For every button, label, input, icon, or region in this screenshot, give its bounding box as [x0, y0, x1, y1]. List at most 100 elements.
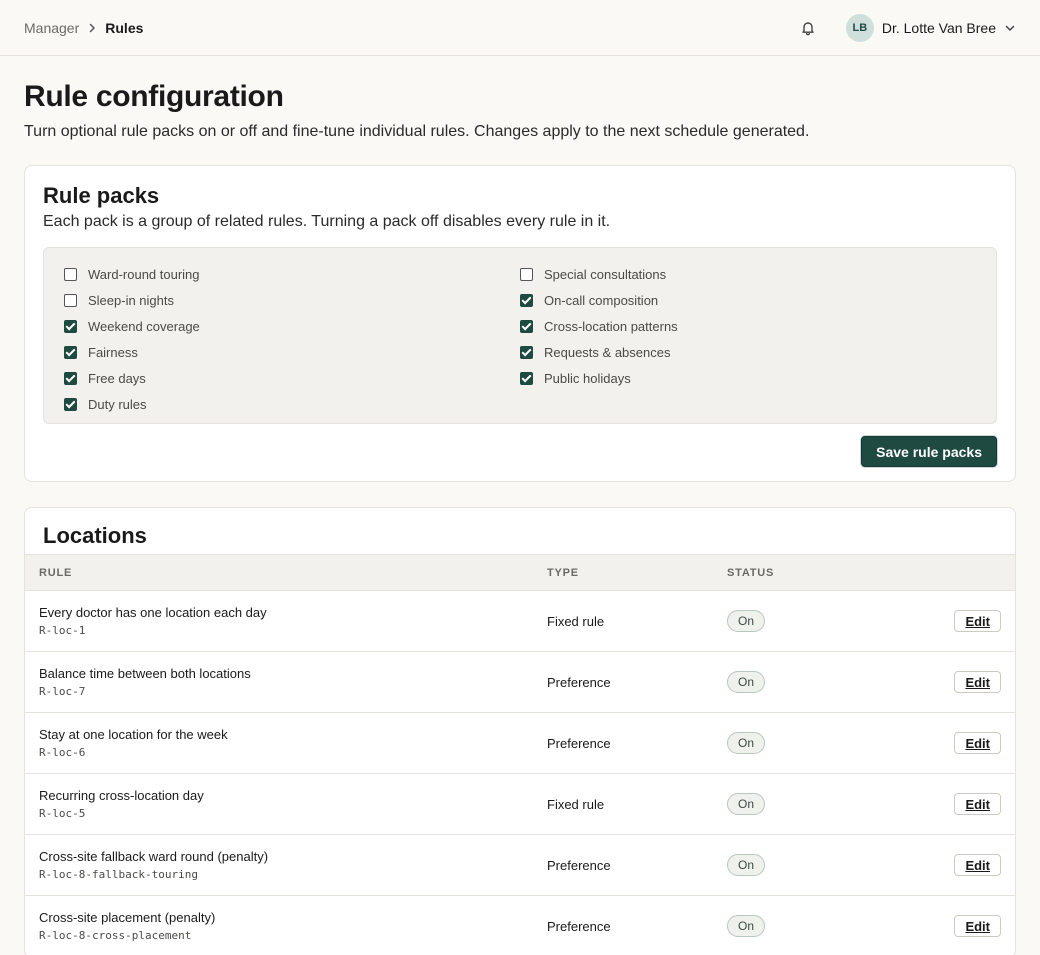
status-badge: On — [727, 671, 765, 693]
rule-pack-option[interactable]: Weekend coverage — [64, 313, 520, 339]
rule-pack-checkbox[interactable] — [64, 345, 77, 359]
rule-packs-title: Rule packs — [43, 183, 160, 208]
user-menu[interactable]: LB Dr. Lotte Van Bree — [845, 13, 1016, 42]
rule-pack-label: On-call composition — [544, 292, 659, 308]
rule-pack-option[interactable]: On-call composition — [520, 287, 976, 313]
status-cell: On — [727, 774, 927, 835]
top-bar: Manager Rules LB Dr. Lotte Van Bree — [0, 0, 1040, 56]
locations-title: Locations — [43, 523, 147, 548]
rule-pack-label: Duty rules — [88, 396, 147, 412]
rule-cell: Recurring cross-location day R-loc-5 — [25, 774, 547, 835]
rule-pack-checkbox[interactable] — [64, 267, 77, 281]
rule-pack-label: Cross-location patterns — [544, 318, 678, 334]
edit-rule-button[interactable]: Edit — [954, 854, 1001, 876]
rule-id: R-loc-8-fallback-touring — [39, 868, 198, 881]
breadcrumb-manager-link[interactable]: Manager — [24, 20, 79, 36]
table-row: Cross-site placement (penalty) R-loc-8-cr… — [25, 896, 1015, 955]
column-header-rule: RULE — [39, 566, 73, 579]
status-cell: On — [727, 896, 927, 955]
rule-name: Every doctor has one location each day — [39, 605, 267, 620]
locations-card: Locations RULE TYPE STATUS Every doctor … — [24, 507, 1016, 955]
rule-pack-checkbox[interactable] — [64, 293, 77, 307]
rule-pack-checkbox[interactable] — [64, 319, 77, 333]
page-subtitle: Turn optional rule packs on or off and f… — [24, 123, 810, 140]
rule-pack-option[interactable]: Cross-location patterns — [520, 313, 976, 339]
locations-table: RULE TYPE STATUS Every doctor has one lo… — [25, 554, 1015, 955]
rule-name: Recurring cross-location day — [39, 788, 204, 803]
rule-packs-subtitle: Each pack is a group of related rules. T… — [43, 213, 611, 230]
edit-rule-button[interactable]: Edit — [954, 610, 1001, 632]
rule-packs-list: Ward-round touring Sleep-in nights Weekend… — [43, 247, 997, 424]
save-rule-packs-button[interactable]: Save rule packs — [861, 436, 997, 467]
main-content: Rule configuration Turn optional rule pa… — [0, 56, 1040, 955]
status-badge: On — [727, 915, 765, 938]
rule-pack-option[interactable]: Sleep-in nights — [64, 287, 520, 313]
rule-pack-option[interactable]: Fairness — [64, 339, 520, 365]
user-name: Dr. Lotte Van Bree — [881, 19, 996, 36]
rule-pack-checkbox[interactable] — [520, 293, 533, 307]
actions-cell: Edit — [927, 896, 1015, 955]
rule-pack-label: Weekend coverage — [88, 318, 200, 334]
rule-type: Preference — [547, 857, 611, 873]
actions-cell: Edit — [927, 591, 1015, 652]
rule-pack-option[interactable]: Free days — [64, 365, 520, 391]
rule-id: R-loc-1 — [39, 624, 86, 637]
column-header-type: TYPE — [547, 566, 579, 579]
rule-pack-label: Public holidays — [544, 370, 631, 386]
actions-cell: Edit — [927, 652, 1015, 713]
top-right-controls: LB Dr. Lotte Van Bree — [796, 13, 1016, 42]
rule-id: R-loc-5 — [39, 807, 86, 820]
rule-pack-label: Ward-round touring — [88, 266, 200, 282]
rule-packs-left-column: Ward-round touring Sleep-in nights Weekend… — [64, 261, 520, 423]
edit-rule-button[interactable]: Edit — [954, 732, 1001, 754]
rule-pack-label: Free days — [88, 370, 146, 386]
edit-rule-button[interactable]: Edit — [954, 671, 1001, 693]
column-header-status: STATUS — [727, 566, 775, 579]
rule-type: Fixed rule — [547, 613, 605, 629]
status-badge: On — [727, 793, 765, 815]
rule-cell: Stay at one location for the week R-loc-6 — [25, 713, 547, 774]
rule-pack-option[interactable]: Public holidays — [520, 365, 976, 391]
rule-pack-checkbox[interactable] — [64, 371, 77, 385]
rule-pack-checkbox[interactable] — [520, 319, 533, 333]
rule-name: Cross-site fallback ward round (penalty) — [39, 849, 269, 864]
rule-id: R-loc-8-cross-placement — [39, 929, 192, 943]
rule-pack-option[interactable]: Ward-round touring — [64, 261, 520, 287]
chevron-down-icon — [1004, 22, 1016, 34]
actions-cell: Edit — [927, 713, 1015, 774]
rule-pack-checkbox[interactable] — [520, 345, 533, 359]
rule-type: Fixed rule — [547, 796, 605, 812]
table-row: Every doctor has one location each day R-… — [25, 591, 1015, 652]
breadcrumb-current: Rules — [105, 19, 144, 36]
rule-type: Preference — [547, 735, 611, 751]
status-cell: On — [727, 713, 927, 774]
status-cell: On — [727, 591, 927, 652]
edit-rule-button[interactable]: Edit — [954, 793, 1001, 815]
breadcrumb: Manager Rules — [24, 20, 143, 36]
rule-pack-checkbox[interactable] — [520, 371, 533, 385]
rule-cell: Balance time between both locations R-loc… — [25, 652, 547, 713]
rule-pack-option[interactable]: Requests & absences — [520, 339, 976, 365]
status-cell: On — [727, 835, 927, 896]
table-header-row: RULE TYPE STATUS — [25, 554, 1015, 591]
bell-icon[interactable] — [796, 16, 820, 40]
rule-cell: Every doctor has one location each day R-… — [25, 591, 547, 652]
rule-pack-checkbox[interactable] — [64, 397, 77, 411]
rule-pack-option[interactable]: Special consultations — [520, 261, 976, 287]
table-row: Balance time between both locations R-loc… — [25, 652, 1015, 713]
rule-pack-checkbox[interactable] — [520, 267, 533, 281]
status-cell: On — [727, 652, 927, 713]
rule-pack-option[interactable]: Duty rules — [64, 391, 520, 417]
table-row: Cross-site fallback ward round (penalty)… — [25, 835, 1015, 896]
status-badge: On — [727, 854, 765, 876]
table-row: Stay at one location for the week R-loc-6… — [25, 713, 1015, 774]
rule-cell: Cross-site fallback ward round (penalty)… — [25, 835, 547, 896]
page-title: Rule configuration — [24, 80, 284, 113]
table-row: Recurring cross-location day R-loc-5 Fixed… — [25, 774, 1015, 835]
edit-rule-button[interactable]: Edit — [954, 915, 1001, 938]
rule-name: Balance time between both locations — [39, 666, 251, 681]
rule-packs-card: Rule packs Each pack is a group of relat… — [24, 165, 1016, 482]
rule-id: R-loc-6 — [39, 746, 86, 759]
chevron-right-icon — [79, 22, 105, 34]
column-header-actions — [927, 555, 1015, 591]
